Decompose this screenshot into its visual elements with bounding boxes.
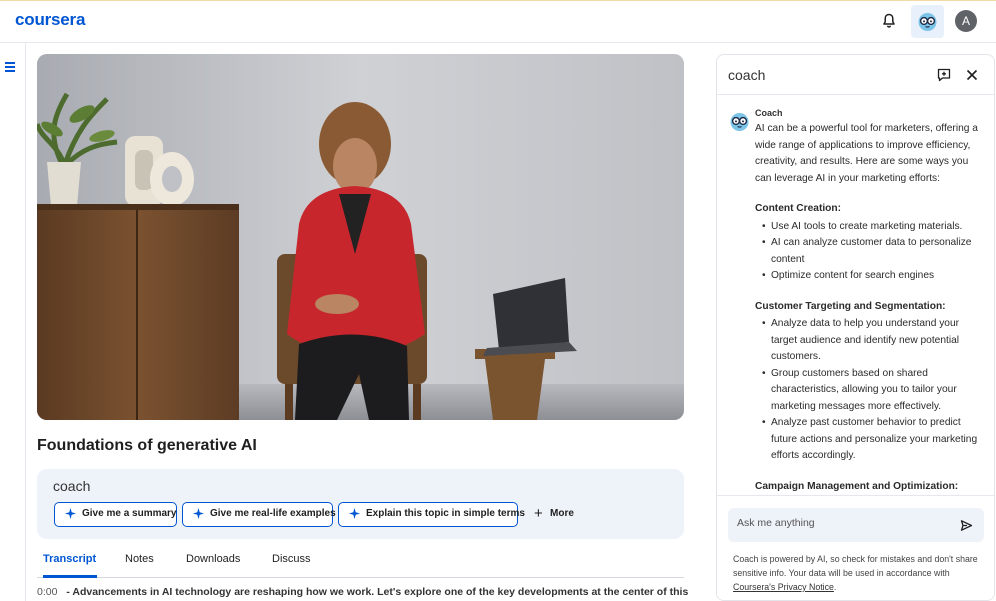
coach-message: AI can be a powerful tool for marketers,… (755, 121, 987, 495)
coach-mascot-button[interactable] (911, 5, 944, 38)
coach-panel-header: coach (717, 55, 994, 95)
section-list: Analyze data to help you understand your… (755, 316, 987, 465)
list-item: AI can analyze customer data to personal… (755, 235, 987, 268)
lesson-tabs: Transcript Notes Downloads Discuss (37, 545, 684, 578)
more-button[interactable]: + More (534, 502, 574, 527)
lecture-video-frame (37, 54, 684, 420)
examples-chip-button[interactable]: Give me real-life examples (182, 502, 336, 527)
new-chat-icon[interactable] (937, 68, 951, 82)
coach-panel-title: coach (728, 67, 766, 83)
lesson-title: Foundations of generative AI (37, 437, 257, 454)
list-item: Analyze past customer behavior to predic… (755, 415, 987, 465)
transcript-timestamp: 0:00 (37, 586, 58, 598)
tab-transcript[interactable]: Transcript (43, 553, 97, 578)
ai-disclaimer: Coach is powered by AI, so check for mis… (733, 552, 983, 594)
list-item: Optimize content for search engines (755, 268, 987, 285)
coach-messages: Coach AI can be a powerful tool for mark… (717, 95, 994, 495)
summary-chip-button[interactable]: Give me a summary (54, 502, 177, 527)
message-intro: AI can be a powerful tool for marketers,… (755, 123, 978, 184)
section-heading: Customer Targeting and Segmentation: (755, 300, 946, 312)
plus-icon: + (534, 505, 543, 522)
chip-label: Explain this topic in simple terms (366, 508, 525, 519)
video-player[interactable] (37, 54, 684, 420)
list-item: Group customers based on shared characte… (755, 366, 987, 416)
close-icon[interactable] (965, 68, 979, 82)
privacy-notice-link[interactable]: Coursera's Privacy Notice (733, 582, 834, 592)
user-avatar[interactable]: A (955, 10, 977, 32)
transcript-line[interactable]: 0:00 - Advancements in AI technology are… (37, 586, 688, 598)
chip-label: Give me a summary (82, 508, 177, 519)
coach-panel-footer: Coach is powered by AI, so check for mis… (717, 495, 994, 600)
explain-chip-button[interactable]: Explain this topic in simple terms (338, 502, 525, 527)
section-heading: Content Creation: (755, 203, 842, 214)
disclaimer-end: . (833, 582, 837, 592)
coach-quick-actions: coach Give me a summary Give me real-lif… (37, 469, 684, 539)
coursera-logo[interactable]: coursera (15, 10, 85, 30)
ask-input[interactable] (737, 517, 947, 529)
chip-label: Give me real-life examples (210, 508, 336, 519)
send-icon[interactable] (960, 519, 973, 532)
coach-label: coach (53, 478, 91, 494)
list-item: Use AI tools to create marketing materia… (755, 219, 987, 236)
transcript-text: - Advancements in AI technology are resh… (66, 586, 689, 598)
tab-discuss[interactable]: Discuss (272, 553, 311, 578)
tab-notes[interactable]: Notes (125, 553, 154, 578)
bell-icon[interactable] (880, 12, 898, 30)
sparkle-icon (193, 508, 204, 519)
top-bar: coursera A (0, 0, 996, 43)
list-item: Analyze data to help you understand your… (755, 316, 987, 366)
disclaimer-text: Coach is powered by AI, so check for mis… (733, 554, 978, 578)
section-heading: Campaign Management and Optimization: (755, 480, 959, 492)
coach-mascot-icon (730, 113, 749, 131)
left-rail (0, 43, 26, 601)
tab-downloads[interactable]: Downloads (186, 553, 240, 578)
more-label: More (550, 508, 574, 519)
ask-box (728, 508, 984, 542)
hamburger-icon[interactable] (5, 62, 15, 72)
coach-mascot-icon (918, 13, 937, 31)
section-list: Use AI tools to create marketing materia… (755, 219, 987, 285)
message-sender: Coach (755, 108, 783, 118)
sparkle-icon (65, 508, 76, 519)
coach-panel: coach Coach AI can be a powerful tool fo… (716, 54, 995, 601)
sparkle-icon (349, 508, 360, 519)
